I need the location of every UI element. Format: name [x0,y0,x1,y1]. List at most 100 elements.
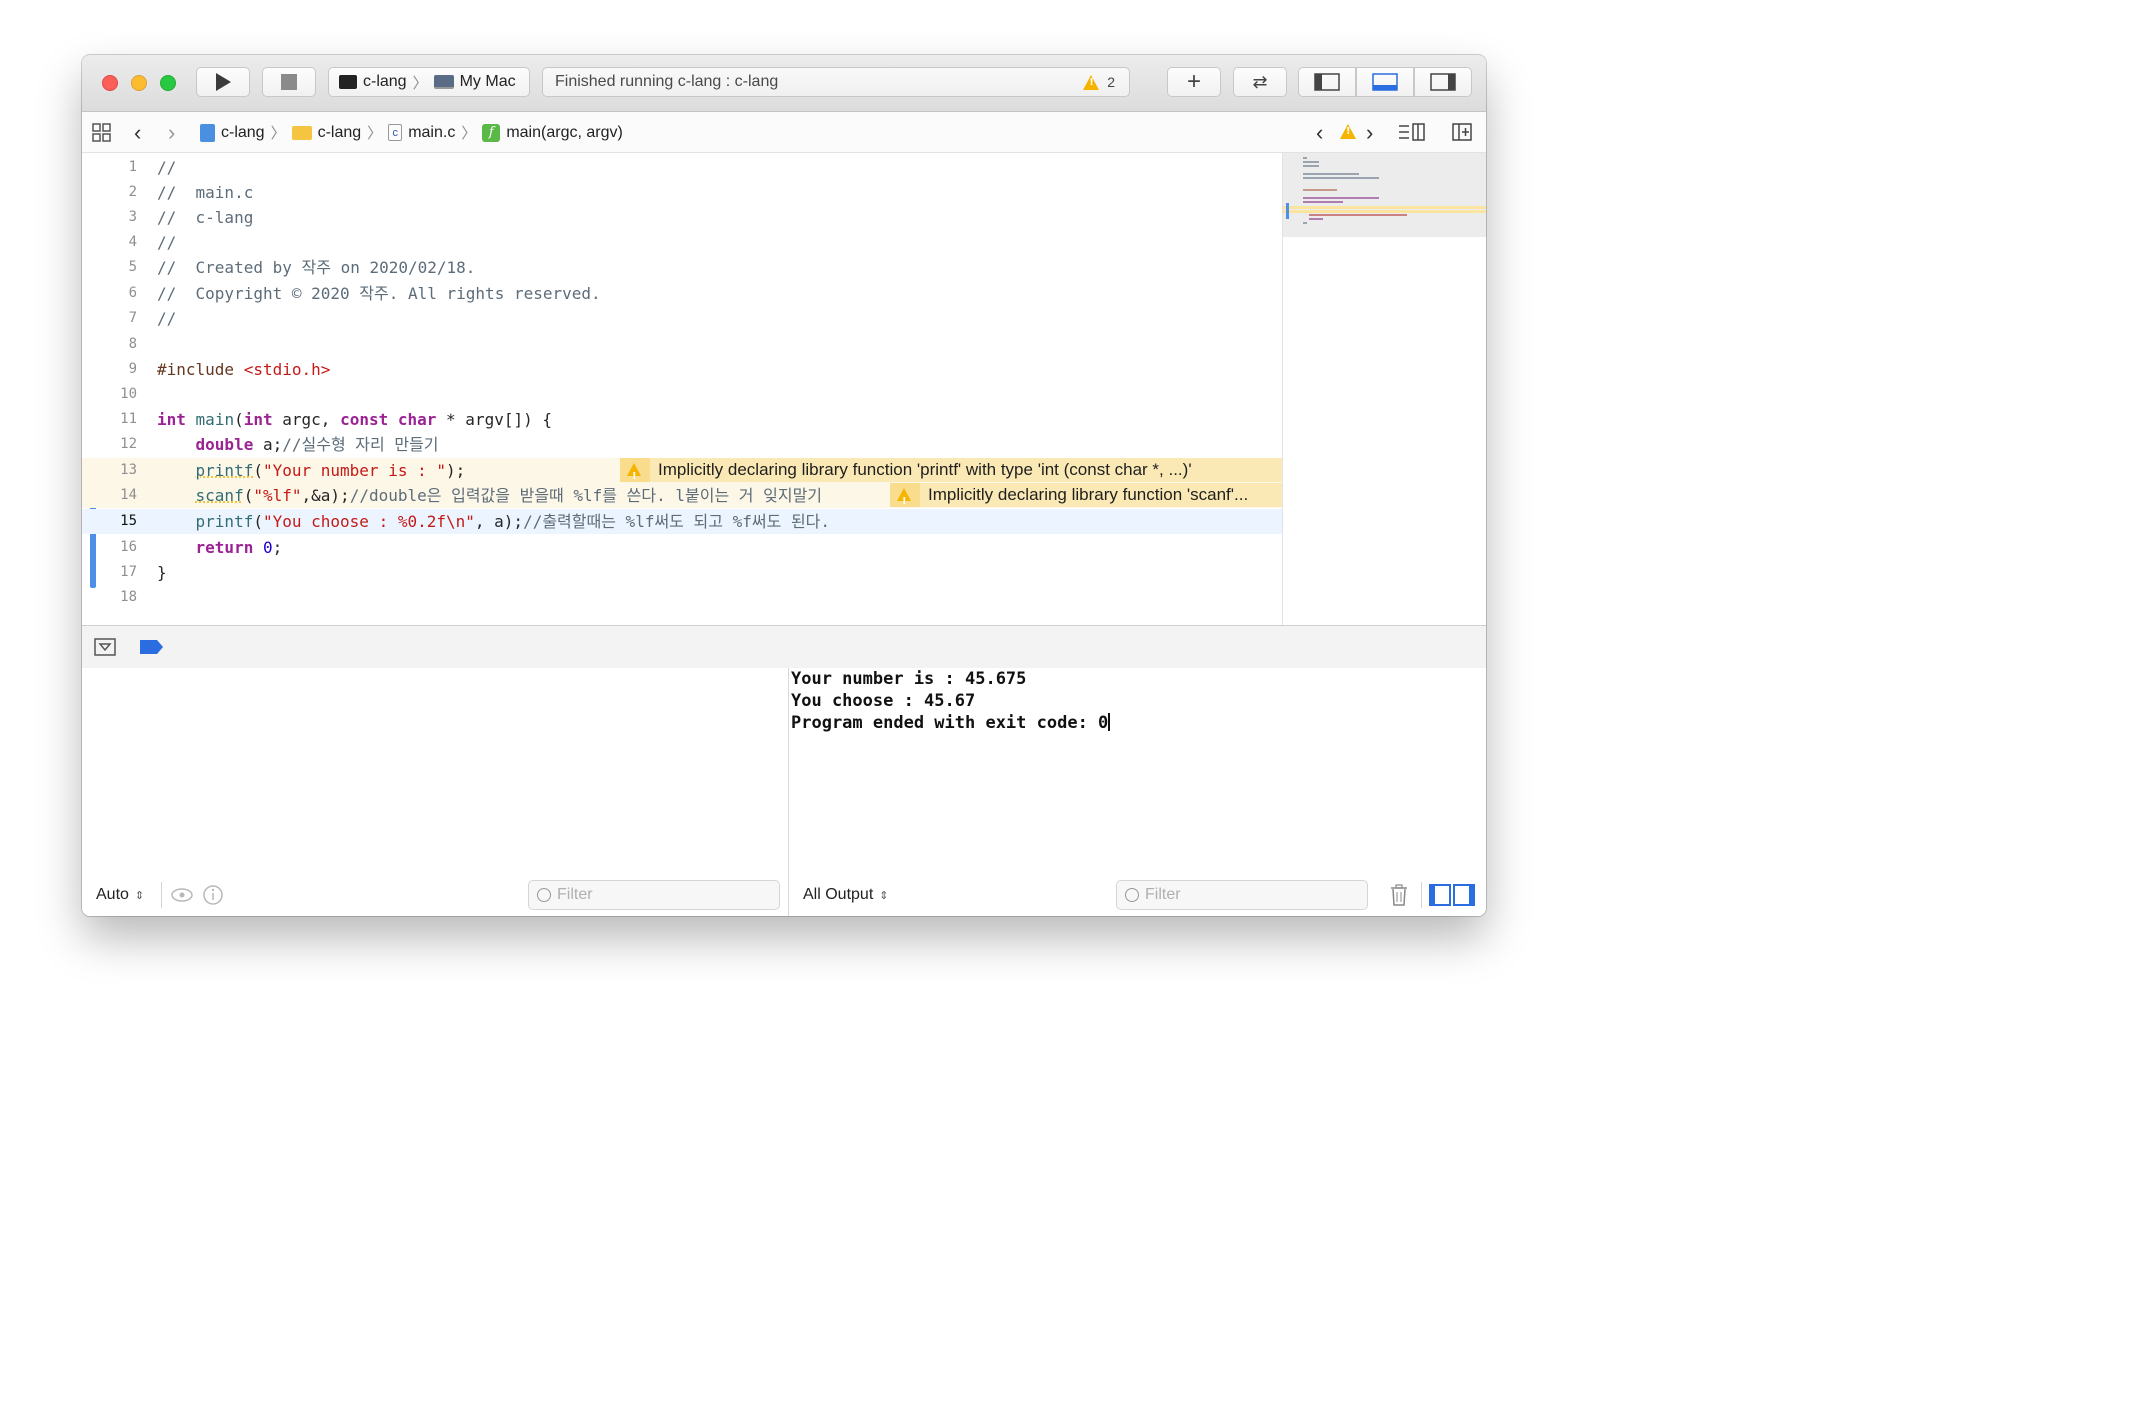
code-line: 10 [82,382,1282,407]
activity-status: Finished running c-lang : c-lang [555,73,779,90]
code-line: 7 // [82,306,1282,331]
laptop-icon [433,75,454,89]
console-output: Your number is : 45.675 You choose : 45.… [791,668,1111,734]
line-number: 1 [128,159,137,175]
jump-bar: ‹ › c-lang 〉 c-lang 〉 c main.c 〉 f main(… [82,112,1486,153]
source-editor[interactable]: 1 // 2 // main.c 3 // c-lang 4 // 5 // Create… [82,153,1282,625]
related-items-icon[interactable] [92,123,112,143]
destination-name: My Mac [459,73,516,90]
bottom-panel-icon [1372,73,1398,91]
breadcrumb-group[interactable]: c-lang [318,124,362,142]
line-number: 8 [128,336,137,352]
inline-issue-scanf[interactable]: Implicitly declaring library function 's… [890,483,1282,507]
code-text: // Copyright © 2020 작주. All rights reser… [157,284,601,303]
console-view[interactable]: Your number is : 45.675 You choose : 45.… [789,668,1486,916]
code-line: 16 return 0; [82,535,1282,560]
code-line: 18 [82,585,1282,610]
console-line: Your number is : 45.675 [791,669,1027,689]
chevron-right-icon: 〉 [412,74,428,92]
scheme-name: c-lang [363,73,407,90]
line-number: 11 [120,411,137,427]
breadcrumb: c-lang 〉 c-lang 〉 c main.c 〉 f main(argc… [200,122,623,143]
console-line: Program ended with exit code: 0 [791,713,1109,733]
activity-viewer: Finished running c-lang : c-lang 2 [542,67,1130,97]
line-number: 15 [120,513,137,529]
breadcrumb-file[interactable]: main.c [408,124,455,142]
code-line: 3 // c-lang [82,205,1282,230]
project-icon [200,123,215,142]
breadcrumb-project[interactable]: c-lang [221,124,265,142]
split-view-toggle-icon[interactable] [1429,884,1475,906]
line-number: 14 [120,487,137,503]
toggle-debug-area-button[interactable] [1356,67,1414,97]
line-number: 3 [128,209,137,225]
previous-issue-icon[interactable]: ‹ [1316,120,1323,146]
code-line: 1 // [82,155,1282,180]
line-number: 4 [128,234,137,250]
swap-arrows-icon: ⇄ [1252,71,1268,92]
scheme-selector[interactable]: c-lang 〉 My Mac [328,67,530,97]
library-button[interactable]: + [1167,67,1221,97]
inline-issue-printf[interactable]: Implicitly declaring library function 'p… [620,458,1282,482]
variables-mode-popup[interactable]: Auto ⇕ [96,886,144,904]
line-number: 5 [128,259,137,275]
eye-icon[interactable] [171,888,193,902]
code-review-button[interactable]: ⇄ [1233,67,1287,97]
minimize-window-button[interactable] [131,75,147,91]
run-button[interactable] [196,67,250,97]
code-text: // [157,309,177,328]
line-number: 18 [120,589,137,605]
line-number: 9 [128,361,137,377]
function-icon: f [482,123,501,142]
editor-options-icon[interactable] [1398,123,1426,141]
include-path: <stdio.h> [243,360,331,379]
back-icon[interactable]: ‹ [134,120,141,146]
left-panel-icon [1314,73,1340,91]
code-text: // Created by 작주 on 2020/02/18. [157,258,476,277]
trash-icon[interactable] [1389,884,1409,906]
code-line: 4 // [82,230,1282,255]
console-line: You choose : 45.67 [791,691,976,711]
text-cursor [1108,713,1111,731]
chevron-right-icon: 〉 [270,125,286,142]
breakpoint-toggle-icon[interactable] [140,640,164,654]
filter-icon [1125,888,1139,902]
code-line: 2 // main.c [82,180,1282,205]
line-number: 12 [120,436,137,452]
close-window-button[interactable] [102,75,118,91]
forward-icon[interactable]: › [168,120,175,146]
variables-view[interactable]: Auto ⇕ Filter [82,668,789,916]
folder-icon [291,125,312,140]
warning-counter[interactable]: 2 [1083,74,1115,90]
line-number: 10 [120,386,137,402]
console-filter-field[interactable]: Filter [1116,880,1368,910]
code-line: 8 [82,332,1282,357]
toggle-navigator-button[interactable] [1298,67,1356,97]
stop-icon [281,74,297,90]
breadcrumb-function[interactable]: main(argc, argv) [506,124,622,142]
warning-icon [890,483,920,507]
code-line-current: 15 printf("You choose : %0.2f\n", a);//출… [82,509,1282,534]
minimap[interactable] [1282,153,1486,625]
toggle-inspector-button[interactable] [1414,67,1472,97]
info-icon[interactable] [203,885,223,905]
line-number: 17 [120,564,137,580]
code-text: // [157,158,177,177]
issue-warning-icon[interactable] [1340,124,1356,139]
chevron-right-icon: 〉 [367,125,383,142]
code-line: 9 #include <stdio.h> [82,357,1282,382]
code-text: // c-lang [157,208,254,227]
variables-filter-field[interactable]: Filter [528,880,780,910]
stop-button[interactable] [262,67,316,97]
line-number: 7 [128,310,137,326]
next-issue-icon[interactable]: › [1366,120,1373,146]
code-line: 5 // Created by 작주 on 2020/02/18. [82,255,1282,280]
code-text: // [157,233,177,252]
line-number: 6 [128,285,137,301]
preprocessor-directive: #include [157,360,244,379]
output-mode-popup[interactable]: All Output ⇕ [803,886,888,904]
zoom-window-button[interactable] [160,75,176,91]
line-number: 13 [120,462,137,478]
add-editor-icon[interactable] [1452,123,1472,141]
hide-debug-area-icon[interactable] [94,638,116,656]
